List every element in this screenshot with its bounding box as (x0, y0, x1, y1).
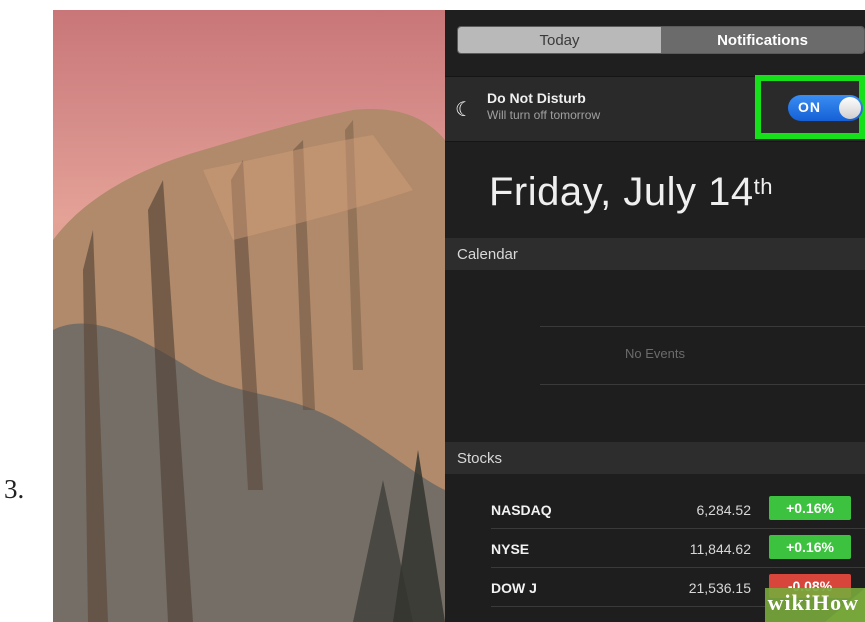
stock-price: 11,844.62 (689, 541, 751, 557)
moon-icon: ☾ (455, 99, 473, 121)
divider (540, 384, 865, 385)
toggle-label: ON (798, 99, 821, 115)
dnd-title: Do Not Disturb (487, 90, 586, 106)
date-heading: Friday, July 14th (489, 170, 773, 215)
half-dome-image (53, 109, 445, 622)
date-suffix: th (753, 174, 773, 199)
stock-change-badge[interactable]: +0.16% (769, 535, 851, 559)
stock-name: NASDAQ (491, 502, 552, 518)
toggle-knob (839, 97, 861, 119)
no-events-text: No Events (625, 346, 685, 361)
stock-change-badge[interactable]: +0.16% (769, 496, 851, 520)
notification-center: Today Notifications ☾ Do Not Disturb Wil… (445, 10, 865, 622)
stocks-header: Stocks (445, 442, 865, 474)
stock-name: NYSE (491, 541, 530, 557)
dnd-toggle[interactable]: ON (788, 95, 863, 121)
date-text: Friday, July 14 (489, 170, 754, 214)
step-number: 3. (4, 474, 25, 504)
segmented-control: Today Notifications (457, 26, 865, 54)
tab-notifications[interactable]: Notifications (661, 27, 864, 53)
mac-screen: Today Notifications ☾ Do Not Disturb Wil… (53, 10, 865, 622)
wikihow-watermark: wikiHow (725, 588, 865, 622)
stock-name: DOW J (491, 580, 537, 596)
divider (540, 326, 865, 327)
desktop-wallpaper (53, 10, 445, 622)
tab-today[interactable]: Today (458, 27, 661, 53)
stock-row-nasdaq[interactable]: NASDAQ 6,284.52 +0.16% (491, 490, 865, 529)
calendar-header: Calendar (445, 238, 865, 270)
dnd-subtitle: Will turn off tomorrow (487, 108, 601, 122)
watermark-text: wikiHow (767, 590, 859, 615)
stock-row-nyse[interactable]: NYSE 11,844.62 +0.16% (491, 529, 865, 568)
stock-price: 6,284.52 (696, 502, 752, 518)
